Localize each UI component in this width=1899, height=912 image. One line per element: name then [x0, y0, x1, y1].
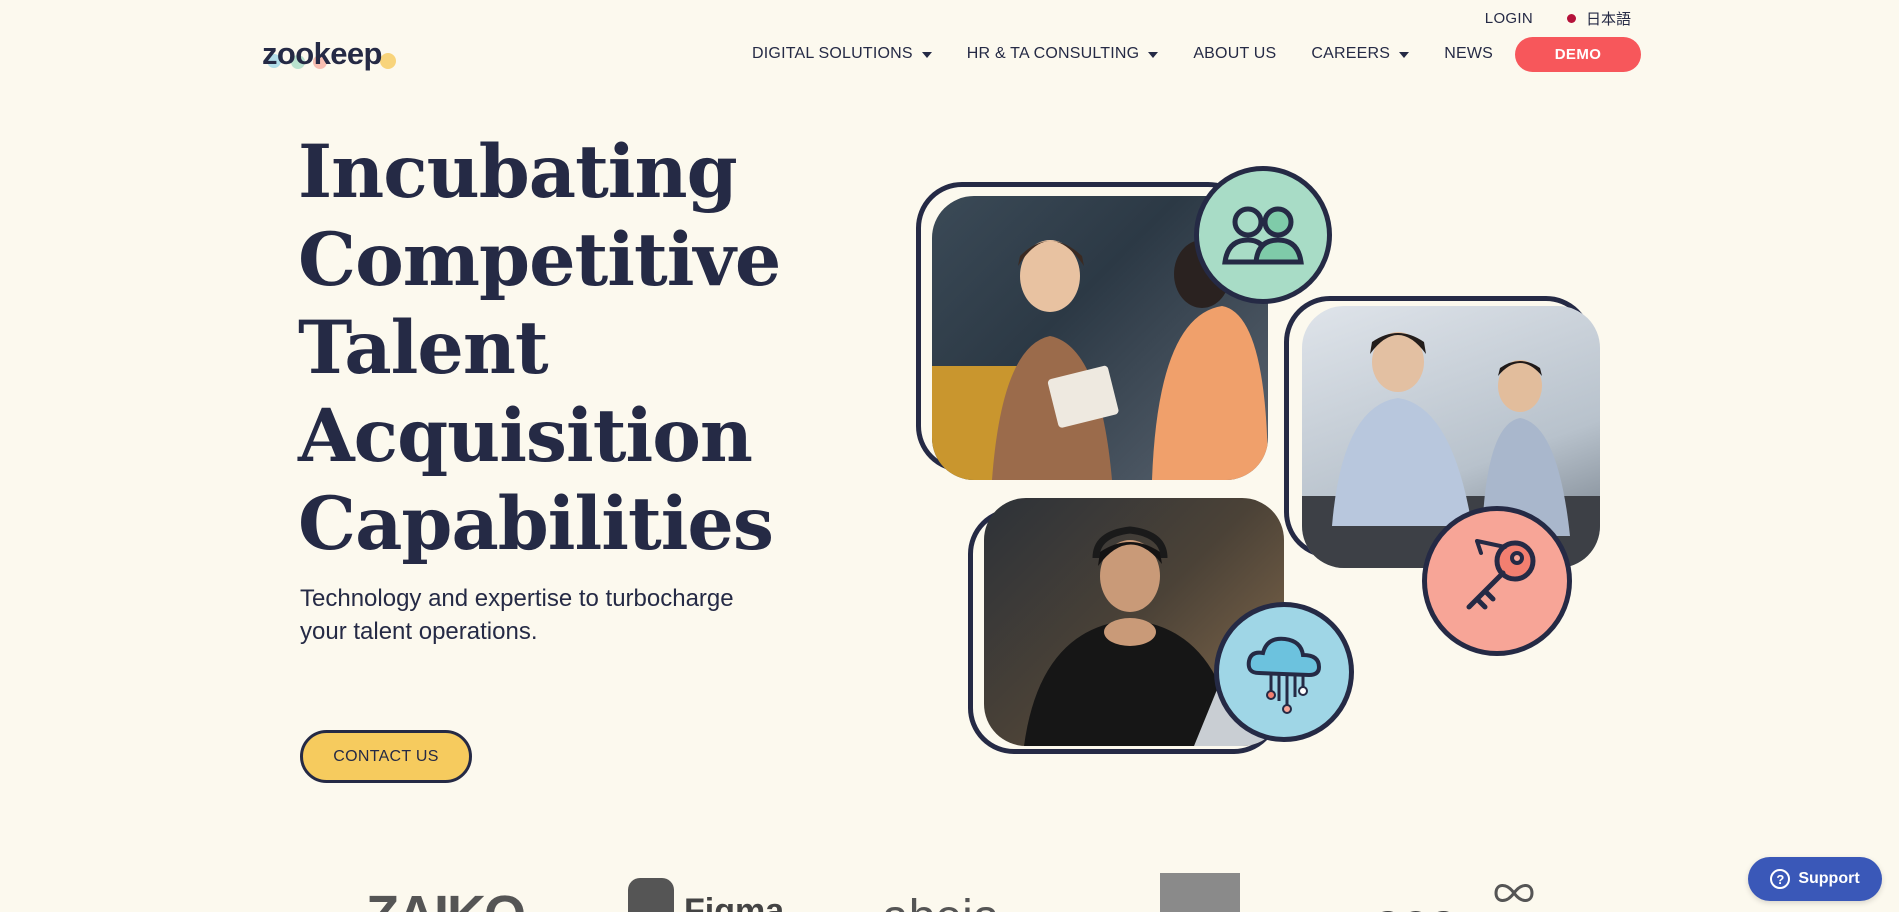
cloud-circuit-icon [1246, 636, 1322, 714]
nav-about-us[interactable]: ABOUT US [1193, 45, 1276, 63]
nav-label: HR & TA CONSULTING [966, 45, 1140, 62]
hero-collage [900, 160, 1620, 760]
nav-digital-solutions[interactable]: DIGITAL SOLUTIONS [752, 45, 932, 63]
nav-label: NEWS [1444, 45, 1493, 62]
nav-careers[interactable]: CAREERS [1311, 45, 1410, 63]
hero-subtitle-line: Technology and expertise to turbocharge [300, 585, 734, 612]
client-logo-zaiko: ZAIKO [366, 884, 526, 912]
cloud-circuit-icon-badge [1214, 602, 1354, 742]
caret-down-icon [1148, 51, 1159, 58]
key-icon-badge [1422, 506, 1572, 656]
client-logo-figma: Figma [684, 892, 785, 912]
nav-hr-ta-consulting[interactable]: HR & TA CONSULTING [967, 45, 1159, 63]
caret-down-icon [921, 51, 932, 58]
language-switcher[interactable]: 日本語 [1566, 8, 1631, 29]
language-label: 日本語 [1585, 11, 1631, 28]
japan-flag-icon [1566, 14, 1576, 23]
site-header: zookeep DIGITAL SOLUTIONS HR & TA CONSUL… [262, 34, 1641, 74]
infinity-icon [1494, 884, 1534, 902]
main-nav: DIGITAL SOLUTIONS HR & TA CONSULTING ABO… [752, 45, 1493, 63]
hero-title-line: Competitive [298, 217, 781, 303]
nav-label: ABOUT US [1193, 45, 1277, 62]
hero-title-line: Talent [298, 305, 549, 391]
caret-down-icon [1399, 51, 1410, 58]
login-link[interactable]: LOGIN [1485, 10, 1533, 27]
client-logo-square [1160, 873, 1240, 912]
nav-label: CAREERS [1311, 45, 1391, 62]
contact-us-button[interactable]: CONTACT US [300, 730, 472, 783]
demo-button[interactable]: DEMO [1515, 36, 1641, 72]
client-logo-abeja: abeja [882, 890, 999, 912]
zookeep-logo[interactable]: zookeep [262, 36, 396, 72]
utility-bar: LOGIN 日本語 [1485, 8, 1631, 29]
hero-title-line: Incubating [298, 129, 738, 215]
support-label: Support [1798, 870, 1860, 887]
hero-title-line: Acquisition [298, 393, 753, 479]
support-button[interactable]: ? Support [1748, 857, 1882, 901]
client-logos: ZAIKO Figma abeja aea [360, 870, 1560, 912]
figma-mark-icon [628, 878, 674, 912]
people-icon-badge [1194, 166, 1332, 304]
hero-title-line: Capabilities [298, 481, 774, 567]
nav-news[interactable]: NEWS [1444, 45, 1493, 63]
logo-text: zookeep [262, 36, 382, 71]
hero-title: Incubating Competitive Talent Acquisitio… [298, 128, 858, 568]
nav-label: DIGITAL SOLUTIONS [752, 45, 913, 62]
client-logo-aea: aea [1374, 892, 1457, 912]
people-icon [1222, 206, 1304, 265]
key-icon [1466, 539, 1536, 610]
hero-subtitle: Technology and expertise to turbocharge … [300, 582, 820, 648]
page: LOGIN 日本語 zookeep DIGITAL SOLUTIONS HR &… [0, 0, 1899, 912]
hero-subtitle-line: your talent operations. [300, 618, 538, 645]
help-icon: ? [1770, 869, 1791, 889]
